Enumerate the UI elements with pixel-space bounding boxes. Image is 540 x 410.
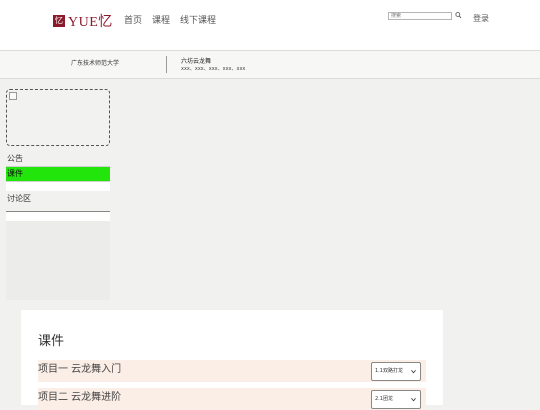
lesson-select-value: 1.1双路打龙 [375, 368, 403, 374]
sidebar-spacer [6, 212, 110, 221]
logo-mark: 忆 [53, 15, 65, 27]
top-header: 忆 YUE忆 首页 课程 线下课程 登录 [0, 0, 540, 51]
sidebar-item-courseware[interactable]: 课件 [6, 167, 110, 182]
nav-courses[interactable]: 课程 [152, 13, 170, 26]
nav-offline-courses[interactable]: 线下课程 [180, 13, 216, 26]
broken-image-icon [9, 92, 17, 100]
chevron-down-icon [411, 397, 416, 402]
search-input[interactable] [388, 12, 452, 20]
search-icon[interactable] [455, 11, 462, 20]
courseware-panel: 课件 项目一 云龙舞入门 1.1双路打龙 项目二 云龙舞进阶 2.1团龙 [21, 310, 443, 410]
logo[interactable]: 忆 YUE忆 [53, 11, 113, 31]
project-title: 项目一 云龙舞入门 [38, 364, 122, 375]
main-nav: 首页 课程 线下课程 [124, 13, 216, 26]
lesson-select-value: 2.1团龙 [375, 396, 393, 402]
sidebar-background [6, 213, 110, 300]
lesson-select[interactable]: 2.1团龙 [371, 390, 421, 409]
nav-home[interactable]: 首页 [124, 13, 142, 26]
sidebar-spacer [6, 182, 110, 191]
course-members: xxx、xxx、xxx、xxx、xxx [181, 66, 246, 72]
divider [166, 56, 167, 73]
course-title: 六坊云龙舞 [181, 58, 212, 65]
lesson-select[interactable]: 1.1双路打龙 [371, 362, 421, 381]
sidebar-item-announcements[interactable]: 公告 [6, 152, 110, 167]
course-cover-image [6, 89, 110, 146]
sidebar-menu: 公告 课件 讨论区 [6, 152, 110, 221]
course-info-bar: 广东技术师范大学 六坊云龙舞 xxx、xxx、xxx、xxx、xxx [0, 51, 540, 79]
chevron-down-icon [411, 369, 416, 374]
school-name: 广东技术师范大学 [71, 60, 120, 67]
project-title: 项目二 云龙舞进阶 [38, 392, 122, 403]
section-title: 课件 [38, 334, 65, 349]
project-row: 项目一 云龙舞入门 1.1双路打龙 [38, 360, 426, 382]
project-row: 项目二 云龙舞进阶 2.1团龙 [38, 388, 426, 410]
logo-text: YUE忆 [68, 15, 113, 30]
login-link[interactable]: 登录 [473, 13, 489, 24]
sidebar-item-discussion[interactable]: 讨论区 [6, 191, 110, 212]
